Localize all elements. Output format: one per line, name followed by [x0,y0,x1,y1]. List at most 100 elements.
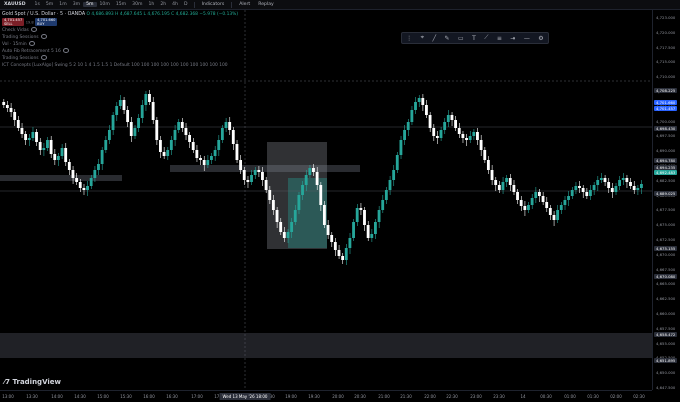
indicator-row[interactable]: Vol · 15min [2,40,238,48]
candle-body [140,105,144,118]
candle-body [199,158,202,160]
candle-body [592,185,596,190]
price-tick-label: 4,710.000 [656,74,676,80]
price-tag: 4,698.430 [654,126,678,131]
price-axis[interactable]: 4,723.000 4,720.000 4,717.500 4,715.000 4,71… [652,10,680,390]
candle-body [450,115,454,120]
time-tick-label: 02:00 [610,394,622,399]
symbol-title: Gold Spot / U.S. Dollar · 5 · OANDA [2,12,86,17]
timeframe-1s[interactable]: 1s [32,2,43,7]
candle-body [497,185,501,190]
eye-icon[interactable] [30,26,37,32]
candle-body [425,105,428,115]
candle-body [599,178,603,180]
price-tick-label: 4,690.000 [656,148,676,154]
trend-line-icon[interactable]: ╱ [432,35,436,42]
timeframe-1m[interactable]: 1m [56,2,69,7]
price-tick-label: 4,647.500 [656,385,676,390]
pen-icon[interactable]: ✎ [445,35,450,42]
price-tag: 4,675.155 [654,246,678,251]
time-tick-label: 15:30 [120,394,132,399]
timeframe-30m[interactable]: 30m [129,2,145,7]
candle-body [228,122,232,130]
candle-body [512,185,516,192]
chart-legend: Gold Spot / U.S. Dollar · 5 · OANDA O 4,… [2,11,238,69]
candle-body [556,210,560,220]
candle-body [428,115,432,128]
rectangle-icon[interactable]: ▭ [458,35,464,42]
replay-button[interactable]: Replay [254,2,278,7]
indicator-row[interactable]: Check Vidas [2,26,238,34]
candle-body [366,225,370,238]
price-tick-label: 4,677.500 [656,207,676,213]
candle-body [607,182,611,188]
timeframe-d[interactable]: D [181,2,191,7]
candle-body [169,140,173,150]
candle-body [46,140,49,148]
price-tick-label: 4,720.000 [656,29,676,35]
candle-body [322,205,326,225]
timeframe-3m[interactable]: 3m [70,2,83,7]
candle-body [530,198,534,205]
candle-body [392,170,396,180]
buy-button[interactable]: 4,701.660 BUY [35,18,58,26]
time-tick-label: 15:00 [97,394,109,399]
eye-icon[interactable] [62,47,69,53]
eye-icon[interactable] [28,40,35,46]
candle-body [552,215,556,220]
candle-body [290,222,294,232]
time-tick-label: 14:30 [74,394,86,399]
candle-body [563,200,567,205]
candle-body [443,122,447,130]
indicator-row[interactable]: ICT Concepts [LuxAlgo] Swing 5 2 10 1 4 … [2,62,238,69]
timeframe-1h[interactable]: 1h [145,2,157,7]
candle-body [406,122,410,130]
candle-body [333,242,337,250]
sell-button[interactable]: 4,701.457 SELL [2,18,25,26]
measure-icon[interactable]: ⟋ [484,34,488,42]
time-tick-label: 20:30 [354,394,366,399]
symbol-search[interactable]: XAUUSD [0,2,32,7]
timeframe-5m[interactable]: 5m [43,2,56,7]
time-axis[interactable]: 13:00 13:30 14:00 14:30 15:00 15:30 16:00 16:30… [0,390,652,402]
price-tick-label: 4,700.000 [656,118,676,124]
eye-icon[interactable] [40,33,47,39]
time-tick-label: 23:00 [470,394,482,399]
line-icon[interactable]: — [524,35,530,42]
drag-handle-icon[interactable]: ⋮ [406,35,412,42]
indicator-row[interactable]: Trading Sessions [2,33,238,41]
candle-body [155,120,159,140]
candle-body [341,256,345,260]
price-tick-label: 4,670.000 [656,251,676,257]
price-tick-label: 4,657.500 [656,325,676,331]
timeframe-4h[interactable]: 4h [169,2,181,7]
candle-body [202,160,206,165]
candle-body [239,160,243,170]
eye-icon[interactable] [40,54,47,60]
indicators-button[interactable]: Indicators [198,2,229,7]
timeframe-5m-active[interactable]: 5m [83,2,97,7]
timeframe-10m[interactable]: 10m [97,2,113,7]
text-icon[interactable]: T [472,35,476,42]
indicator-row[interactable]: Trading Sessions [2,54,238,62]
candle-body [417,98,421,102]
candle-body [184,128,188,135]
candle-body [206,160,210,165]
time-tick-label: 13:00 [2,394,14,399]
fib-icon[interactable]: ≡ [497,35,502,42]
arrow-icon[interactable]: ⇥ [510,35,515,42]
indicator-row[interactable]: Auto Fib Retracement 5 16 [2,47,238,55]
cursor-icon[interactable]: ⌖ [421,34,424,42]
candle-body [49,140,53,154]
timeframe-15m[interactable]: 15m [113,2,129,7]
candle-body [479,140,483,150]
alert-button[interactable]: Alert [235,2,254,7]
settings-icon[interactable]: ⚙ [538,35,543,42]
timeframe-2h[interactable]: 2h [157,2,169,7]
candle-body [264,180,268,190]
candle-body [636,188,640,190]
candle-body [548,208,552,215]
divider [231,1,233,8]
divider [193,1,195,8]
candle-body [293,210,297,222]
